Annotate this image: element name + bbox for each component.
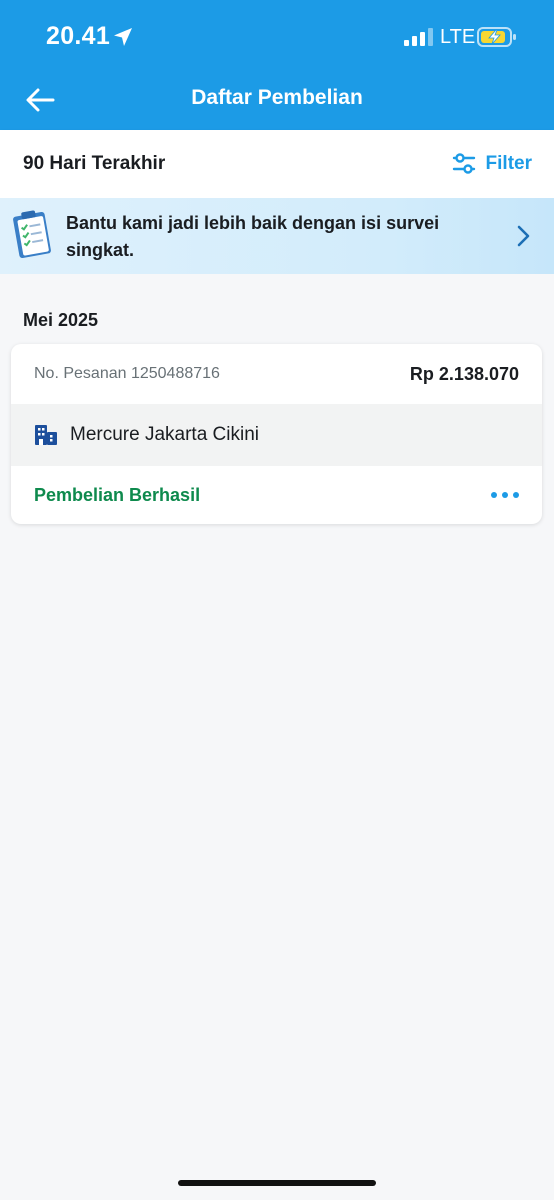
period-selector[interactable]: 90 Hari Terakhir (23, 153, 165, 175)
filter-button[interactable]: Filter (452, 150, 532, 178)
signal-icon (404, 28, 433, 46)
building-icon (35, 425, 57, 445)
order-number: No. Pesanan 1250488716 (34, 365, 220, 382)
battery-charging-icon (477, 27, 516, 47)
location-arrow-icon (114, 28, 132, 46)
order-card-header: No. Pesanan 1250488716 Rp 2.138.070 (11, 344, 542, 404)
order-card[interactable]: No. Pesanan 1250488716 Rp 2.138.070 Merc… (11, 344, 542, 524)
home-indicator[interactable] (178, 1180, 376, 1186)
section-month-title: Mei 2025 (23, 310, 99, 330)
survey-text: Bantu kami jadi lebih baik dengan isi su… (66, 213, 440, 260)
survey-banner[interactable]: Bantu kami jadi lebih baik dengan isi su… (0, 198, 554, 274)
status-bar: 20.41 LTE (0, 0, 554, 74)
order-price: Rp 2.138.070 (409, 363, 519, 384)
network-label: LTE (440, 26, 476, 48)
order-status: Pembelian Berhasil (34, 484, 201, 505)
more-dots-icon (502, 492, 508, 498)
app-header: 20.41 LTE Daftar Pembelian (0, 0, 554, 130)
more-dots-icon (513, 492, 519, 498)
sliders-icon (452, 153, 475, 174)
order-product-row: Mercure Jakarta Cikini (11, 404, 542, 466)
order-card-footer: Pembelian Berhasil (11, 466, 542, 524)
page-title: Daftar Pembelian (191, 86, 363, 109)
nav-bar: Daftar Pembelian (0, 74, 554, 130)
filter-label: Filter (485, 153, 532, 174)
more-options-button[interactable] (491, 485, 519, 505)
more-dots-icon (491, 492, 497, 498)
clipboard-checklist-icon (13, 210, 51, 258)
filter-bar: 90 Hari Terakhir Filter (0, 130, 554, 198)
hotel-name: Mercure Jakarta Cikini (70, 424, 259, 445)
status-time: 20.41 (46, 22, 111, 50)
chevron-right-icon (517, 225, 530, 247)
